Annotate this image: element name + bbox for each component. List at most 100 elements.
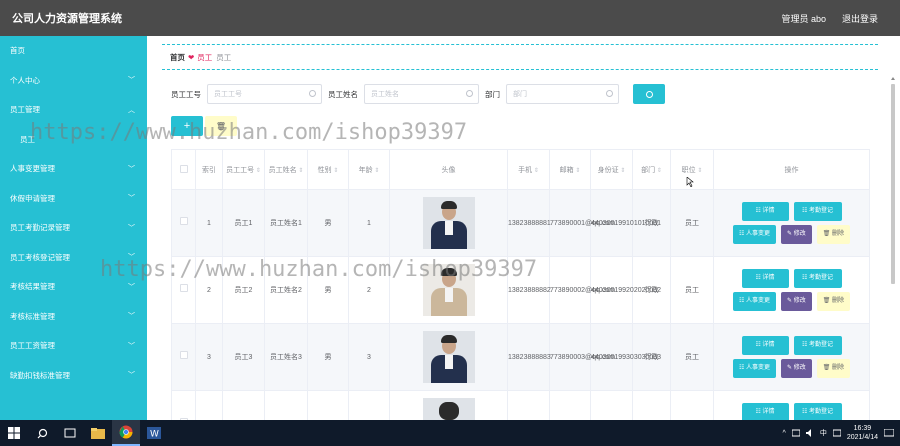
- column-header[interactable]: 索引: [195, 149, 223, 190]
- position-cell-value: 员工: [685, 353, 699, 361]
- hr-change-button[interactable]: ☷ 人事变更: [732, 292, 777, 311]
- sidebar-item-10[interactable]: 员工工资管理 ﹀: [0, 331, 147, 361]
- search-icon[interactable]: [28, 420, 56, 446]
- detail-button[interactable]: ☷ 详情: [741, 336, 789, 355]
- chevron-down-icon: ﹀: [128, 372, 135, 380]
- volume-icon[interactable]: [805, 429, 814, 437]
- hr-change-button[interactable]: ☷ 人事变更: [732, 359, 777, 378]
- column-header-label: 操作: [784, 166, 799, 174]
- heart-icon: ❤: [188, 52, 195, 62]
- task-view-icon[interactable]: [56, 420, 84, 446]
- sidebar-item-5[interactable]: 休假申请管理 ﹀: [0, 184, 147, 214]
- search-button[interactable]: [633, 84, 665, 104]
- column-header[interactable]: 部门 ⇕: [632, 149, 671, 190]
- detail-button[interactable]: ☷ 详情: [741, 403, 789, 420]
- notification-icon[interactable]: [884, 428, 894, 438]
- row-checkbox[interactable]: [179, 217, 188, 225]
- column-header[interactable]: 员工工号 ⇕: [222, 149, 265, 190]
- search-icon: [606, 90, 613, 97]
- chevron-up-icon[interactable]: ^: [783, 430, 786, 437]
- actions-cell: ☷ 详情 ☷ 考勤登记 ☷ 人事变更 ✎ 修改 🗑 删除: [713, 189, 870, 257]
- age-cell-value: 2: [367, 286, 371, 294]
- row-select-cell: [171, 390, 196, 420]
- detail-button[interactable]: ☷ 详情: [741, 202, 789, 221]
- attendance-button[interactable]: ☷ 考勤登记: [793, 336, 842, 355]
- windows-start-icon[interactable]: [0, 420, 28, 446]
- sort-icon[interactable]: ⇕: [332, 168, 338, 174]
- employee-id-placeholder: 员工工号: [214, 91, 242, 98]
- sidebar-item-9[interactable]: 考核标准管理 ﹀: [0, 302, 147, 332]
- sort-icon[interactable]: ⇕: [297, 168, 303, 174]
- breadcrumb-home[interactable]: 首页: [170, 52, 185, 63]
- column-header[interactable]: 身份证 ⇕: [590, 149, 633, 190]
- edit-button[interactable]: ✎ 修改: [781, 292, 812, 311]
- sidebar-item-4[interactable]: 人事变更管理 ﹀: [0, 154, 147, 184]
- column-header[interactable]: 年龄 ⇕: [348, 149, 390, 190]
- detail-button[interactable]: ☷ 详情: [741, 269, 789, 288]
- hr-change-button[interactable]: ☷ 人事变更: [732, 225, 777, 244]
- attendance-button[interactable]: ☷ 考勤登记: [793, 269, 842, 288]
- network-icon[interactable]: [791, 429, 800, 437]
- sidebar-item-6[interactable]: 员工考勤记录管理 ﹀: [0, 213, 147, 243]
- top-bar: 公司人力资源管理系统 管理员 abo 退出登录: [0, 0, 900, 36]
- vertical-scrollbar[interactable]: [890, 76, 896, 420]
- sidebar-item-label: 缺勤扣钱标准管理: [10, 370, 70, 380]
- attendance-button[interactable]: ☷ 考勤登记: [793, 403, 842, 420]
- delete-button[interactable]: 🗑 删除: [816, 359, 851, 378]
- index-cell: 3: [195, 323, 223, 391]
- delete-button[interactable]: 🗑 删除: [816, 292, 851, 311]
- select-all-checkbox[interactable]: [179, 164, 188, 173]
- watermark: https://www.huzhan.com/ishop39397: [30, 120, 468, 145]
- column-header[interactable]: 邮箱 ⇕: [549, 149, 591, 190]
- word-icon[interactable]: W: [140, 420, 168, 446]
- employee-id-input[interactable]: 员工工号: [207, 84, 322, 104]
- logout-link[interactable]: 退出登录: [842, 12, 878, 25]
- sidebar-item-11[interactable]: 缺勤扣钱标准管理 ﹀: [0, 361, 147, 391]
- gender-cell-value: 男: [324, 219, 332, 227]
- system-clock[interactable]: 16:39 2021/4/14: [847, 424, 878, 442]
- watermark: https://www.huzhan.com/ishop39397: [100, 257, 538, 282]
- avatar[interactable]: [422, 331, 475, 383]
- age-cell-value: 1: [367, 219, 371, 227]
- employee-name-placeholder: 员工姓名: [371, 91, 399, 98]
- file-explorer-icon[interactable]: [84, 420, 112, 446]
- column-header-label: 部门: [641, 166, 656, 174]
- sidebar-item-1[interactable]: 个人中心 ﹀: [0, 66, 147, 96]
- sort-icon[interactable]: ⇕: [574, 168, 580, 174]
- column-header[interactable]: 操作: [713, 149, 870, 190]
- gender-cell-value: 男: [324, 286, 332, 294]
- sort-icon[interactable]: ⇕: [254, 168, 261, 174]
- row-checkbox[interactable]: [179, 284, 188, 292]
- sort-icon[interactable]: ⇕: [619, 168, 625, 174]
- sidebar-item-0[interactable]: 首页: [0, 36, 147, 66]
- column-header[interactable]: 头像: [389, 149, 508, 190]
- row-checkbox[interactable]: [179, 351, 188, 359]
- employee-name-cell: 员工姓名4: [264, 390, 308, 420]
- attendance-button[interactable]: ☷ 考勤登记: [793, 202, 842, 221]
- sort-icon[interactable]: ⇕: [696, 168, 702, 174]
- index-cell-value: 1: [207, 219, 211, 227]
- keyboard-icon[interactable]: [832, 429, 841, 437]
- column-header[interactable]: 手机 ⇕: [507, 149, 550, 190]
- sidebar-item-label: 考核结果管理: [10, 282, 55, 292]
- sidebar-item-label: 首页: [10, 46, 25, 56]
- avatar[interactable]: [422, 197, 475, 249]
- sort-icon[interactable]: ⇕: [373, 168, 379, 174]
- delete-button[interactable]: 🗑 删除: [816, 225, 851, 244]
- column-header[interactable]: 性别 ⇕: [307, 149, 349, 190]
- department-input[interactable]: 部门: [506, 84, 619, 104]
- sort-icon[interactable]: ⇕: [655, 168, 662, 174]
- attendance-label: 考勤登记: [809, 409, 834, 415]
- column-header[interactable]: 员工姓名 ⇕: [264, 149, 308, 190]
- chrome-icon[interactable]: [112, 420, 140, 446]
- employee-name-cell-value: 员工姓名2: [270, 286, 302, 294]
- avatar[interactable]: [422, 398, 475, 420]
- ime-indicator[interactable]: 中: [820, 428, 827, 438]
- detail-label: 详情: [762, 208, 775, 214]
- department-cell-value: 行政: [644, 353, 659, 361]
- edit-button[interactable]: ✎ 修改: [781, 225, 812, 244]
- employee-name-input[interactable]: 员工姓名: [364, 84, 479, 104]
- sort-icon[interactable]: ⇕: [532, 168, 539, 174]
- edit-button[interactable]: ✎ 修改: [781, 359, 812, 378]
- column-header-label: 索引: [202, 166, 216, 174]
